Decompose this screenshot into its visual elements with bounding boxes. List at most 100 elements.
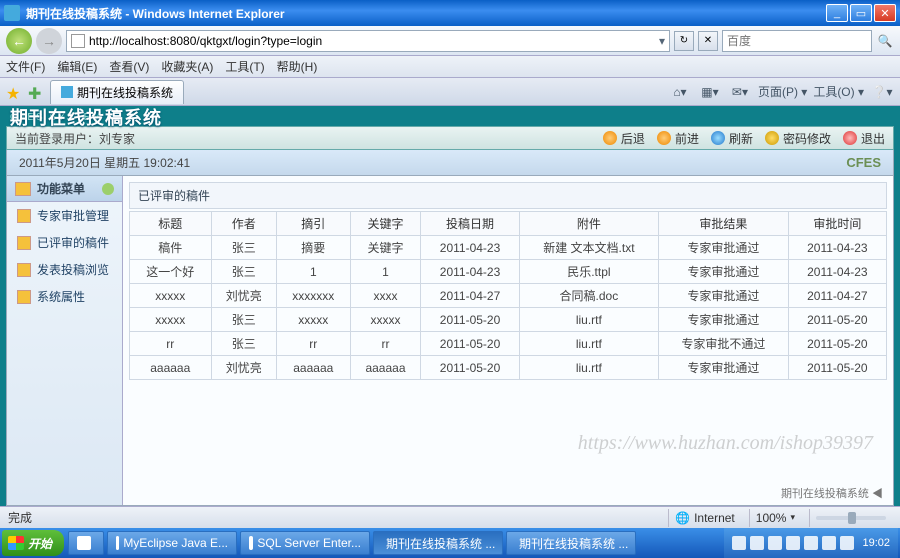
menu-help[interactable]: 帮助(H) <box>277 58 318 75</box>
favorites-star-icon[interactable]: ★ <box>6 84 22 100</box>
search-bar[interactable] <box>722 30 872 52</box>
browser-tab[interactable]: 期刊在线投稿系统 <box>50 80 184 104</box>
zone-label: Internet <box>694 511 735 525</box>
table-row[interactable]: rr张三rrrr2011-05-20liu.rtf专家审批不通过2011-05-… <box>130 332 887 356</box>
sidebar-item[interactable]: 发表投稿浏览 <box>7 256 122 283</box>
menu-favorites[interactable]: 收藏夹(A) <box>161 58 213 75</box>
tabbar: ★ ✚ 期刊在线投稿系统 ⌂▾ ▦▾ ✉▾ 页面(P) ▾ 工具(O) ▾ ❔▾ <box>0 78 900 106</box>
table-cell: xxxxx <box>350 308 421 332</box>
nav-forward-button[interactable]: → <box>36 28 62 54</box>
sidebar: 功能菜单 专家审批管理已评审的稿件发表投稿浏览系统属性 <box>7 176 123 505</box>
tray-icon[interactable] <box>750 536 764 550</box>
sidebar-item[interactable]: 专家审批管理 <box>7 202 122 229</box>
back-icon <box>603 131 617 145</box>
sidebar-item[interactable]: 系统属性 <box>7 283 122 310</box>
column-header[interactable]: 审批结果 <box>659 212 789 236</box>
column-header[interactable]: 标题 <box>130 212 212 236</box>
taskbar-task[interactable]: SQL Server Enter... <box>240 531 370 555</box>
start-button[interactable]: 开始 <box>2 530 64 556</box>
table-cell: 专家审批通过 <box>659 236 789 260</box>
tray-icon[interactable] <box>840 536 854 550</box>
search-icon[interactable]: 🔍 <box>876 34 894 48</box>
table-row[interactable]: 这一个好张三112011-04-23民乐.ttpl专家审批通过2011-04-2… <box>130 260 887 284</box>
sidebar-item-label: 已评审的稿件 <box>37 234 109 251</box>
table-cell: 2011-05-20 <box>788 308 886 332</box>
help-icon[interactable]: ❔▾ <box>870 81 894 103</box>
app-refresh-button[interactable]: 刷新 <box>711 130 753 147</box>
taskbar-task[interactable]: 期刊在线投稿系统 ... <box>373 531 503 555</box>
stop-button[interactable]: ✕ <box>698 31 718 51</box>
windows-flag-icon <box>8 536 24 550</box>
folder-icon <box>17 290 31 304</box>
url-dropdown-icon[interactable]: ▾ <box>659 34 665 48</box>
url-input[interactable] <box>89 34 655 48</box>
collapse-icon[interactable] <box>102 183 114 195</box>
sidebar-header-label: 功能菜单 <box>37 180 85 197</box>
task-label: SQL Server Enter... <box>257 536 361 550</box>
table-row[interactable]: aaaaaa刘忧亮aaaaaaaaaaaa2011-05-20liu.rtf专家… <box>130 356 887 380</box>
menu-tools[interactable]: 工具(T) <box>225 58 264 75</box>
zoom-slider[interactable] <box>809 509 892 527</box>
feed-icon[interactable]: ▦▾ <box>698 81 722 103</box>
table-row[interactable]: xxxxx刘忧亮xxxxxxxxxxx2011-04-27合同稿.doc专家审批… <box>130 284 887 308</box>
nav-back-button[interactable]: ← <box>6 28 32 54</box>
sidebar-item[interactable]: 已评审的稿件 <box>7 229 122 256</box>
page-menu[interactable]: 页面(P) ▾ <box>758 81 807 103</box>
zoom-control[interactable]: 100% ▾ <box>749 509 801 527</box>
app-exit-button[interactable]: 退出 <box>843 130 885 147</box>
refresh-button[interactable]: ↻ <box>674 31 694 51</box>
address-bar[interactable]: ▾ <box>66 30 670 52</box>
minimize-button[interactable]: _ <box>826 4 848 22</box>
sidebar-item-label: 系统属性 <box>37 288 85 305</box>
column-header[interactable]: 审批时间 <box>788 212 886 236</box>
menu-edit[interactable]: 编辑(E) <box>57 58 97 75</box>
app-back-button[interactable]: 后退 <box>603 130 645 147</box>
taskbar-task[interactable]: 期刊在线投稿系统 ... <box>506 531 636 555</box>
table-cell: 新建 文本文档.txt <box>519 236 658 260</box>
taskbar-task[interactable]: MyEclipse Java E... <box>107 531 237 555</box>
maximize-button[interactable]: ▭ <box>850 4 872 22</box>
start-label: 开始 <box>28 535 52 552</box>
column-header[interactable]: 附件 <box>519 212 658 236</box>
window-titlebar: 期刊在线投稿系统 - Windows Internet Explorer _ ▭… <box>0 0 900 26</box>
table-cell: aaaaaa <box>130 356 212 380</box>
sidebar-item-label: 发表投稿浏览 <box>37 261 109 278</box>
app-forward-button[interactable]: 前进 <box>657 130 699 147</box>
search-input[interactable] <box>727 34 867 48</box>
mail-icon[interactable]: ✉▾ <box>728 81 752 103</box>
table-cell: 张三 <box>211 236 277 260</box>
taskbar: 开始 MyEclipse Java E... SQL Server Enter..… <box>0 528 900 558</box>
menu-view[interactable]: 查看(V) <box>109 58 149 75</box>
tab-page-icon <box>61 86 73 98</box>
column-header[interactable]: 关键字 <box>350 212 421 236</box>
menu-file[interactable]: 文件(F) <box>6 58 45 75</box>
tools-menu[interactable]: 工具(O) ▾ <box>813 81 864 103</box>
table-cell: 2011-05-20 <box>788 356 886 380</box>
statusbar: 完成 🌐 Internet 100% ▾ <box>0 506 900 528</box>
table-cell: 2011-04-23 <box>421 260 519 284</box>
tray-icon[interactable] <box>786 536 800 550</box>
table-cell: 稿件 <box>130 236 212 260</box>
column-header[interactable]: 作者 <box>211 212 277 236</box>
table-row[interactable]: 稿件张三摘要关键字2011-04-23新建 文本文档.txt专家审批通过2011… <box>130 236 887 260</box>
taskbar-task[interactable] <box>68 531 104 555</box>
menu-icon <box>15 182 31 196</box>
table-row[interactable]: xxxxx张三xxxxxxxxxx2011-05-20liu.rtf专家审批通过… <box>130 308 887 332</box>
tray-icon[interactable] <box>804 536 818 550</box>
menubar: 文件(F) 编辑(E) 查看(V) 收藏夹(A) 工具(T) 帮助(H) <box>0 56 900 78</box>
tray-icon[interactable] <box>768 536 782 550</box>
column-header[interactable]: 摘引 <box>277 212 351 236</box>
cfes-label: CFES <box>846 155 881 170</box>
task-label: 期刊在线投稿系统 ... <box>386 535 495 552</box>
user-label: 当前登录用户： <box>15 132 99 146</box>
table-cell: rr <box>130 332 212 356</box>
watermark: https://www.huzhan.com/ishop39397 <box>578 432 873 455</box>
close-button[interactable]: ✕ <box>874 4 896 22</box>
add-favorite-icon[interactable]: ✚ <box>28 84 44 100</box>
tray-icon[interactable] <box>732 536 746 550</box>
app-password-button[interactable]: 密码修改 <box>765 130 831 147</box>
column-header[interactable]: 投稿日期 <box>421 212 519 236</box>
home-icon[interactable]: ⌂▾ <box>668 81 692 103</box>
table-cell: 2011-04-23 <box>788 260 886 284</box>
tray-icon[interactable] <box>822 536 836 550</box>
